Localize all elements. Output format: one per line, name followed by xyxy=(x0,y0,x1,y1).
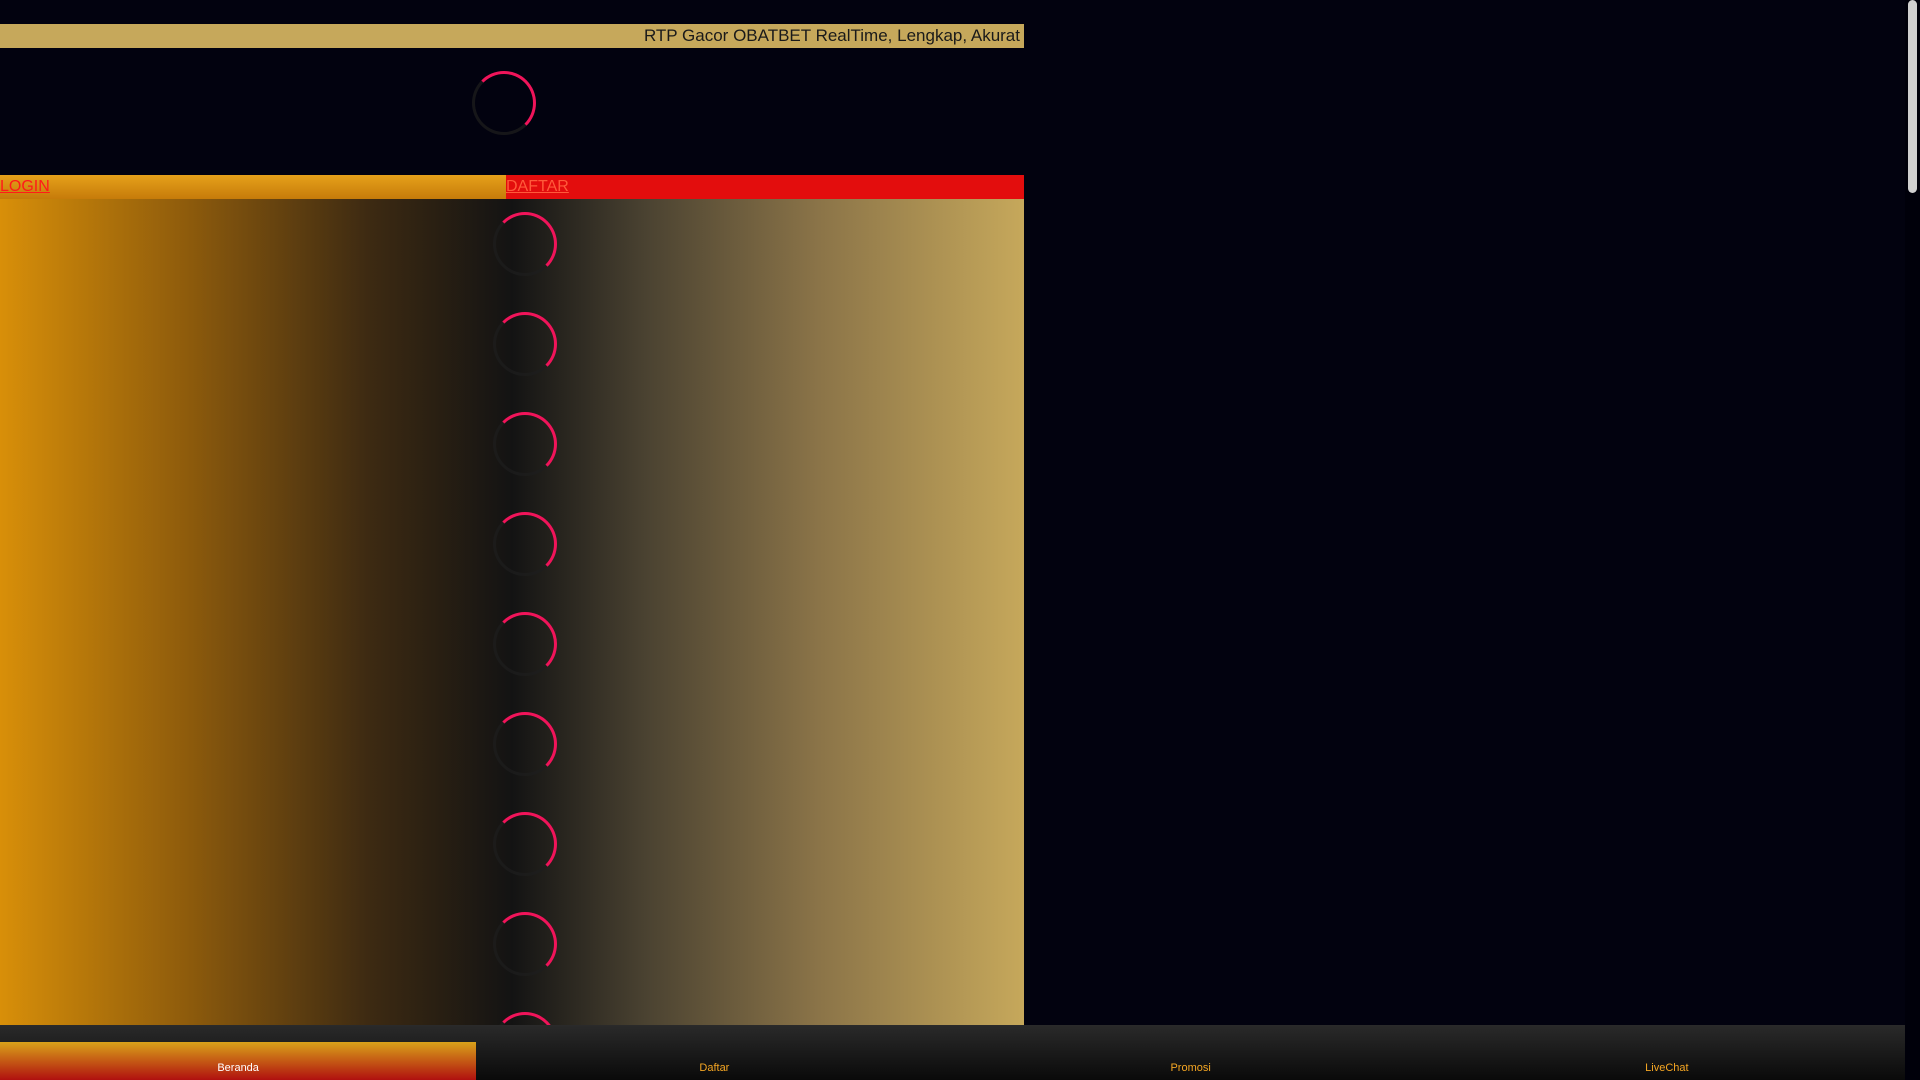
loading-spinner-icon xyxy=(493,312,557,376)
nav-label: Daftar xyxy=(699,1062,730,1074)
auth-buttons: LOGIN DAFTAR xyxy=(0,175,1024,199)
loading-spinner-icon xyxy=(493,912,557,976)
nav-item-beranda[interactable]: Beranda xyxy=(0,1025,477,1080)
site-header xyxy=(0,48,1024,175)
nav-label: Promosi xyxy=(1170,1062,1211,1074)
loading-spinner-icon xyxy=(493,812,557,876)
register-button[interactable]: DAFTAR xyxy=(506,175,1024,199)
game-list xyxy=(0,199,1024,1025)
nav-label: Beranda xyxy=(217,1062,259,1074)
logo-loading-spinner-icon xyxy=(472,71,536,135)
loading-spinner-icon xyxy=(493,212,557,276)
loading-spinner-icon xyxy=(493,412,557,476)
rtp-marquee: RTP Gacor OBATBET RealTime, Lengkap, Aku… xyxy=(0,24,1024,48)
scrollbar-thumb[interactable] xyxy=(1908,0,1917,193)
nav-item-promosi[interactable]: Promosi xyxy=(953,1025,1429,1080)
nav-item-livechat[interactable]: LiveChat xyxy=(1429,1025,1905,1080)
loading-spinner-icon xyxy=(493,712,557,776)
loading-spinner-icon xyxy=(493,612,557,676)
loading-spinner-icon xyxy=(493,512,557,576)
loading-spinner-icon xyxy=(493,1012,557,1025)
nav-item-daftar[interactable]: Daftar xyxy=(476,1025,952,1080)
page-scrollbar[interactable] xyxy=(1905,0,1920,1080)
bottom-navigation: Beranda Daftar Promosi LiveChat xyxy=(0,1025,1905,1080)
nav-label: LiveChat xyxy=(1645,1062,1689,1074)
login-button[interactable]: LOGIN xyxy=(0,175,506,199)
marquee-text: RTP Gacor OBATBET RealTime, Lengkap, Aku… xyxy=(643,26,1020,45)
